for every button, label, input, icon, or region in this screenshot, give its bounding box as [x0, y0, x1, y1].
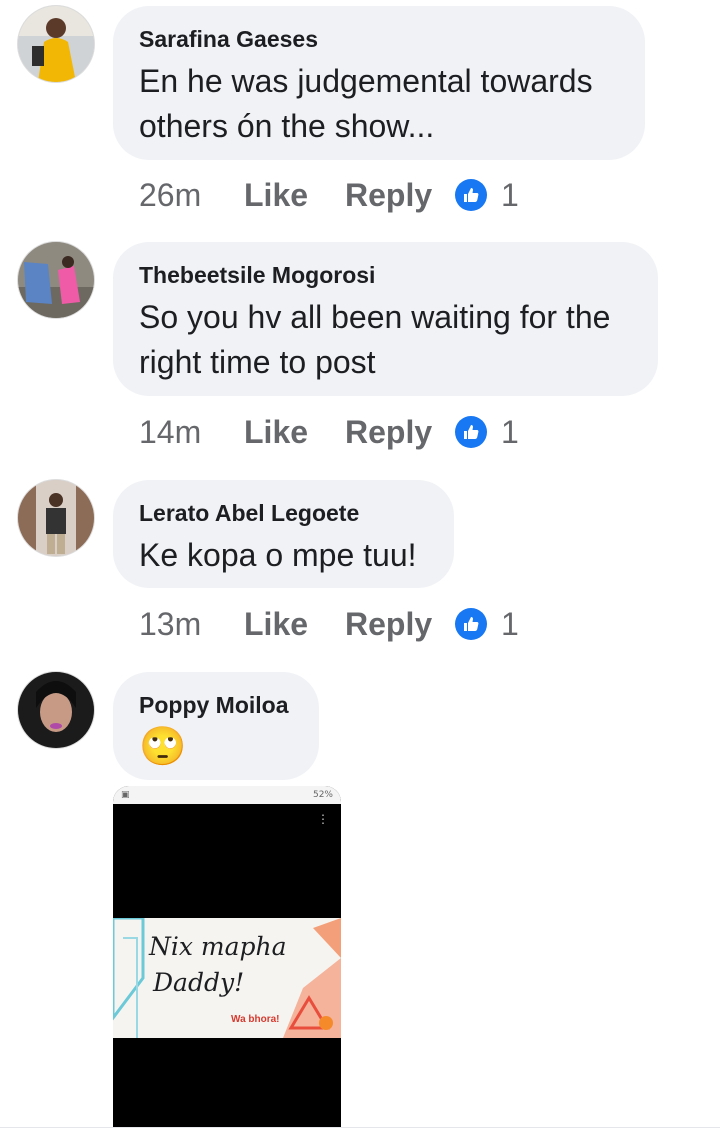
avatar-image	[18, 6, 94, 82]
avatar[interactable]	[18, 6, 94, 82]
avatar-image	[18, 480, 94, 556]
comment-actions: 26m Like Reply 1	[139, 175, 519, 215]
like-thumb-icon[interactable]	[455, 608, 487, 640]
comment-time[interactable]: 26m	[139, 177, 244, 214]
comment-bubble: Sarafina Gaeses En he was judgemental to…	[113, 6, 645, 160]
banner-tag: Wa bhora!	[231, 1014, 280, 1025]
attached-image[interactable]: ▣ 52% ⋮ Nix mapha Daddy! Wa bhora!	[113, 786, 341, 1135]
reaction-count[interactable]: 1	[501, 177, 519, 214]
avatar[interactable]	[18, 242, 94, 318]
comment-bubble: Thebeetsile Mogorosi So you hv all been …	[113, 242, 658, 396]
comment-author[interactable]: Poppy Moiloa	[139, 692, 293, 719]
reaction-count[interactable]: 1	[501, 414, 519, 451]
image-banner: Nix mapha Daddy! Wa bhora!	[113, 918, 341, 1038]
reply-button[interactable]: Reply	[345, 177, 455, 214]
comment-author[interactable]: Lerato Abel Legoete	[139, 500, 428, 527]
comment-time[interactable]: 13m	[139, 606, 244, 643]
comment-text: So you hv all been waiting for the right…	[139, 299, 611, 380]
phone-status-bar: ▣ 52%	[113, 786, 341, 804]
comment-author[interactable]: Sarafina Gaeses	[139, 26, 619, 53]
avatar[interactable]	[18, 480, 94, 556]
battery-status: 52%	[312, 790, 333, 800]
gallery-icon: ▣	[121, 790, 130, 800]
reaction-count[interactable]: 1	[501, 606, 519, 643]
comment-text: Ke kopa o mpe tuu!	[139, 537, 417, 573]
comment-author[interactable]: Thebeetsile Mogorosi	[139, 262, 632, 289]
comment-bubble: Lerato Abel Legoete Ke kopa o mpe tuu!	[113, 480, 454, 588]
like-thumb-icon[interactable]	[455, 416, 487, 448]
avatar[interactable]	[18, 672, 94, 748]
banner-text-line1: Nix mapha	[149, 932, 287, 961]
like-button[interactable]: Like	[244, 606, 345, 643]
comment-emoji: 🙄	[139, 726, 187, 768]
reply-button[interactable]: Reply	[345, 414, 455, 451]
comment-actions: 14m Like Reply 1	[139, 412, 519, 452]
avatar-image	[18, 672, 94, 748]
reply-button[interactable]: Reply	[345, 606, 455, 643]
comment-actions: 13m Like Reply 1	[139, 604, 519, 644]
comment-text: En he was judgemental towards others ón …	[139, 63, 593, 144]
more-options-icon: ⋮	[317, 812, 329, 826]
banner-text-line2: Daddy!	[153, 968, 245, 997]
comment-time[interactable]: 14m	[139, 414, 244, 451]
avatar-image	[18, 242, 94, 318]
like-button[interactable]: Like	[244, 177, 345, 214]
like-thumb-icon[interactable]	[455, 179, 487, 211]
comment-bubble: Poppy Moiloa 🙄	[113, 672, 319, 780]
like-button[interactable]: Like	[244, 414, 345, 451]
